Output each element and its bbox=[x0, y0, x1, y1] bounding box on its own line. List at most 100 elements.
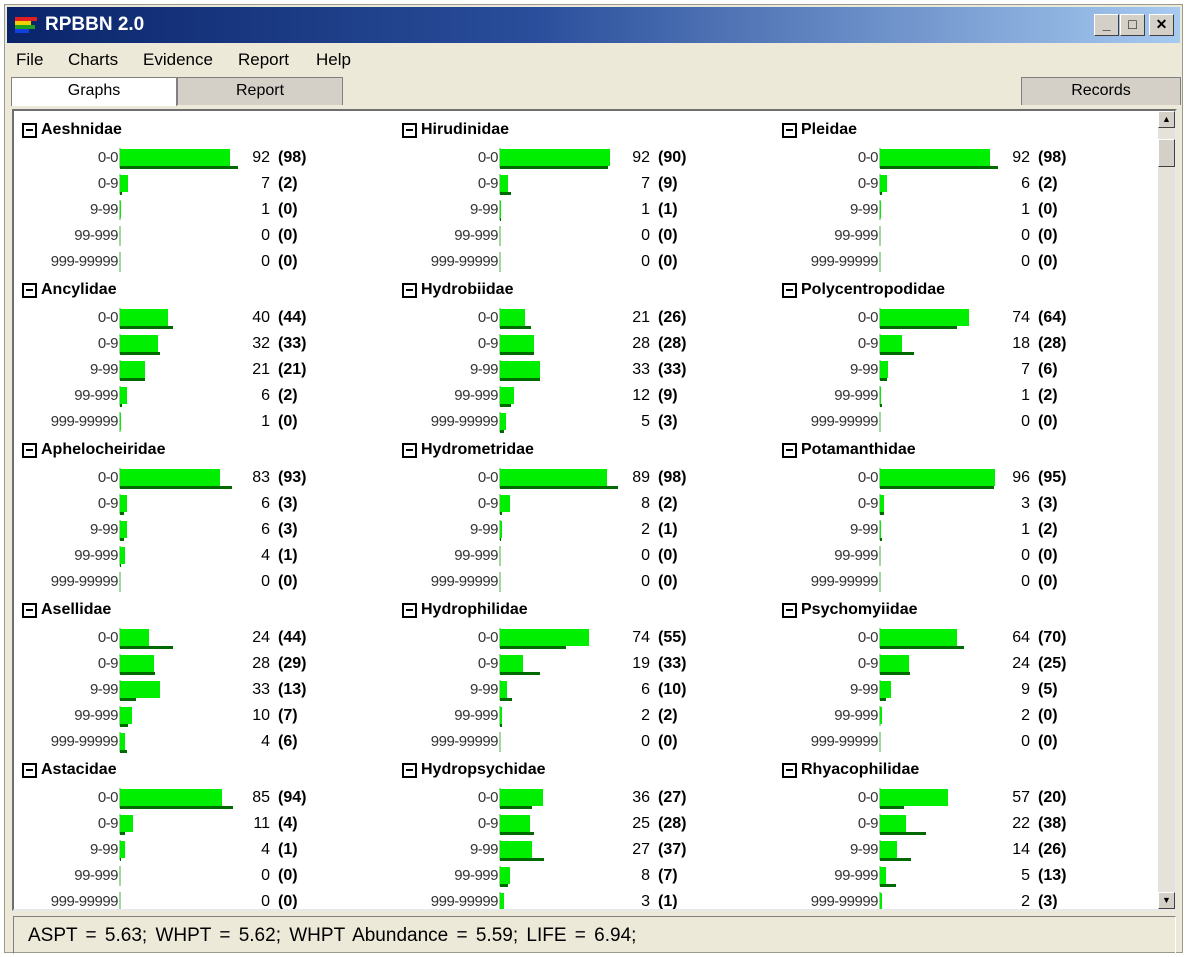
panel-title: Hydrobiidae bbox=[421, 281, 514, 298]
state-label: 999-99999 bbox=[810, 413, 879, 430]
state-row: 99-999 2 (2) bbox=[402, 704, 762, 728]
state-row: 0-0 57 (20) bbox=[782, 786, 1142, 810]
state-row: 0-0 36 (27) bbox=[402, 786, 762, 810]
menu-help[interactable]: Help bbox=[316, 50, 351, 70]
collapse-icon[interactable] bbox=[22, 763, 37, 778]
collapse-icon[interactable] bbox=[782, 283, 797, 298]
state-reference-value: (0) bbox=[658, 547, 678, 564]
state-label: 9-99 bbox=[469, 681, 499, 698]
collapse-icon[interactable] bbox=[402, 443, 417, 458]
scroll-down-icon[interactable]: ▼ bbox=[1158, 892, 1175, 909]
menu-charts[interactable]: Charts bbox=[68, 50, 118, 70]
collapse-icon[interactable] bbox=[782, 603, 797, 618]
state-value: 11 bbox=[253, 815, 270, 832]
reference-bar bbox=[880, 858, 911, 861]
panel-title: Rhyacophilidae bbox=[801, 761, 920, 778]
panel-title: Hydrometridae bbox=[421, 441, 534, 458]
panel-title: Asellidae bbox=[41, 601, 112, 618]
state-row: 0-9 7 (2) bbox=[22, 172, 382, 196]
reference-bar bbox=[120, 698, 136, 701]
reference-bar bbox=[120, 326, 173, 329]
collapse-icon[interactable] bbox=[22, 603, 37, 618]
panel-title: Astacidae bbox=[41, 761, 117, 778]
collapse-icon[interactable] bbox=[402, 123, 417, 138]
collapse-icon[interactable] bbox=[402, 283, 417, 298]
scroll-thumb[interactable] bbox=[1158, 139, 1175, 167]
state-reference-value: (2) bbox=[1038, 387, 1058, 404]
state-reference-value: (2) bbox=[658, 707, 678, 724]
tab-records[interactable]: Records bbox=[1021, 77, 1181, 105]
state-row: 0-9 18 (28) bbox=[782, 332, 1142, 356]
tab-graphs[interactable]: Graphs bbox=[11, 77, 177, 106]
state-value: 74 bbox=[632, 629, 650, 646]
state-value: 24 bbox=[1012, 655, 1030, 672]
collapse-icon[interactable] bbox=[402, 603, 417, 618]
state-label: 0-0 bbox=[477, 789, 499, 806]
probability-bar bbox=[120, 789, 222, 806]
state-value: 0 bbox=[1021, 547, 1030, 564]
bar-axis bbox=[879, 732, 881, 752]
state-reference-value: (3) bbox=[658, 413, 678, 430]
probability-bar bbox=[120, 707, 132, 724]
state-row: 0-0 21 (26) bbox=[402, 306, 762, 330]
scroll-up-icon[interactable]: ▲ bbox=[1158, 111, 1175, 128]
probability-bar bbox=[880, 655, 909, 672]
state-label: 999-99999 bbox=[430, 893, 499, 910]
minimize-button[interactable]: _ bbox=[1094, 14, 1119, 36]
probability-bar bbox=[500, 681, 507, 698]
reference-bar bbox=[120, 378, 145, 381]
reference-bar bbox=[880, 672, 910, 675]
state-label: 99-999 bbox=[74, 707, 118, 724]
state-label: 0-0 bbox=[857, 469, 879, 486]
menu-report[interactable]: Report bbox=[238, 50, 289, 70]
collapse-icon[interactable] bbox=[22, 123, 37, 138]
reference-bar bbox=[880, 806, 904, 809]
state-value: 25 bbox=[632, 815, 650, 832]
state-reference-value: (1) bbox=[658, 521, 678, 538]
state-value: 21 bbox=[252, 361, 270, 378]
menu-file[interactable]: File bbox=[16, 50, 43, 70]
close-button[interactable]: ✕ bbox=[1149, 14, 1174, 36]
title-bar[interactable]: RPBBN 2.0 _ □ ✕ bbox=[7, 7, 1180, 43]
collapse-icon[interactable] bbox=[782, 443, 797, 458]
tab-report[interactable]: Report bbox=[177, 77, 343, 105]
reference-bar bbox=[880, 832, 926, 835]
state-value: 40 bbox=[252, 309, 270, 326]
state-row: 0-0 92 (98) bbox=[22, 146, 382, 170]
state-value: 36 bbox=[632, 789, 650, 806]
state-label: 0-0 bbox=[477, 149, 499, 166]
reference-bar bbox=[880, 910, 884, 911]
state-label: 9-99 bbox=[849, 681, 879, 698]
state-reference-value: (70) bbox=[1038, 629, 1067, 646]
probability-bar bbox=[120, 655, 154, 672]
state-value: 89 bbox=[632, 469, 650, 486]
collapse-icon[interactable] bbox=[22, 283, 37, 298]
state-label: 0-9 bbox=[97, 495, 119, 512]
vertical-scrollbar[interactable]: ▲ ▼ bbox=[1158, 111, 1175, 909]
bar-axis bbox=[119, 226, 121, 246]
state-label: 0-0 bbox=[857, 149, 879, 166]
collapse-icon[interactable] bbox=[22, 443, 37, 458]
panel-asellidae: Asellidae 0-0 24 (44) 0-9 28 (29) 9-99 33 (13) 99-… bbox=[22, 601, 392, 761]
panel-title: Aeshnidae bbox=[41, 121, 122, 138]
reference-bar bbox=[880, 166, 998, 169]
state-label: 0-9 bbox=[857, 175, 879, 192]
maximize-button[interactable]: □ bbox=[1120, 14, 1145, 36]
collapse-icon[interactable] bbox=[782, 763, 797, 778]
collapse-icon[interactable] bbox=[782, 123, 797, 138]
reference-bar bbox=[500, 646, 566, 649]
state-label: 999-99999 bbox=[50, 893, 119, 910]
reference-bar bbox=[880, 378, 887, 381]
state-row: 0-0 74 (64) bbox=[782, 306, 1142, 330]
bar-axis bbox=[499, 732, 501, 752]
state-reference-value: (44) bbox=[278, 629, 307, 646]
menu-evidence[interactable]: Evidence bbox=[143, 50, 213, 70]
probability-bar bbox=[500, 629, 589, 646]
probability-bar bbox=[880, 469, 995, 486]
panel-rhyacophilidae: Rhyacophilidae 0-0 57 (20) 0-9 22 (38) 9-99 14 (2… bbox=[782, 761, 1152, 911]
reference-bar bbox=[120, 166, 238, 169]
state-value: 33 bbox=[632, 361, 650, 378]
bar-axis bbox=[879, 226, 881, 246]
reference-bar bbox=[500, 672, 540, 675]
collapse-icon[interactable] bbox=[402, 763, 417, 778]
